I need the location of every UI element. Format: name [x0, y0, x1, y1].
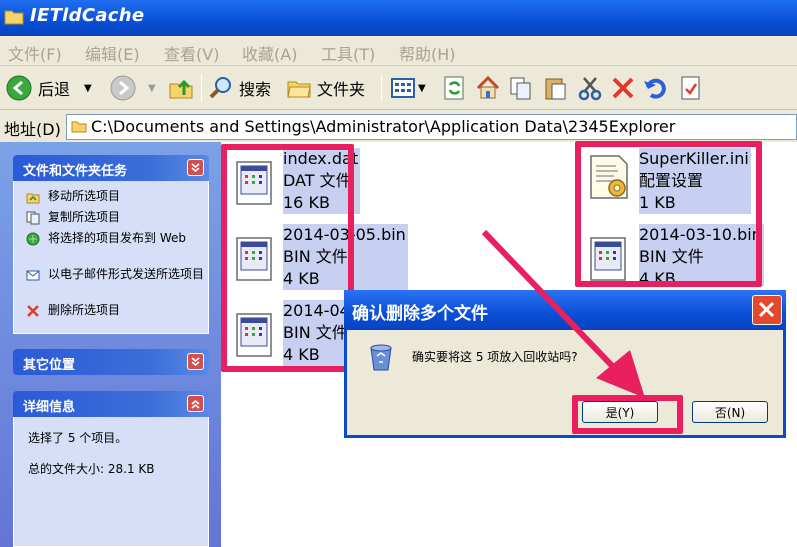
annotation-arrow [481, 229, 645, 398]
